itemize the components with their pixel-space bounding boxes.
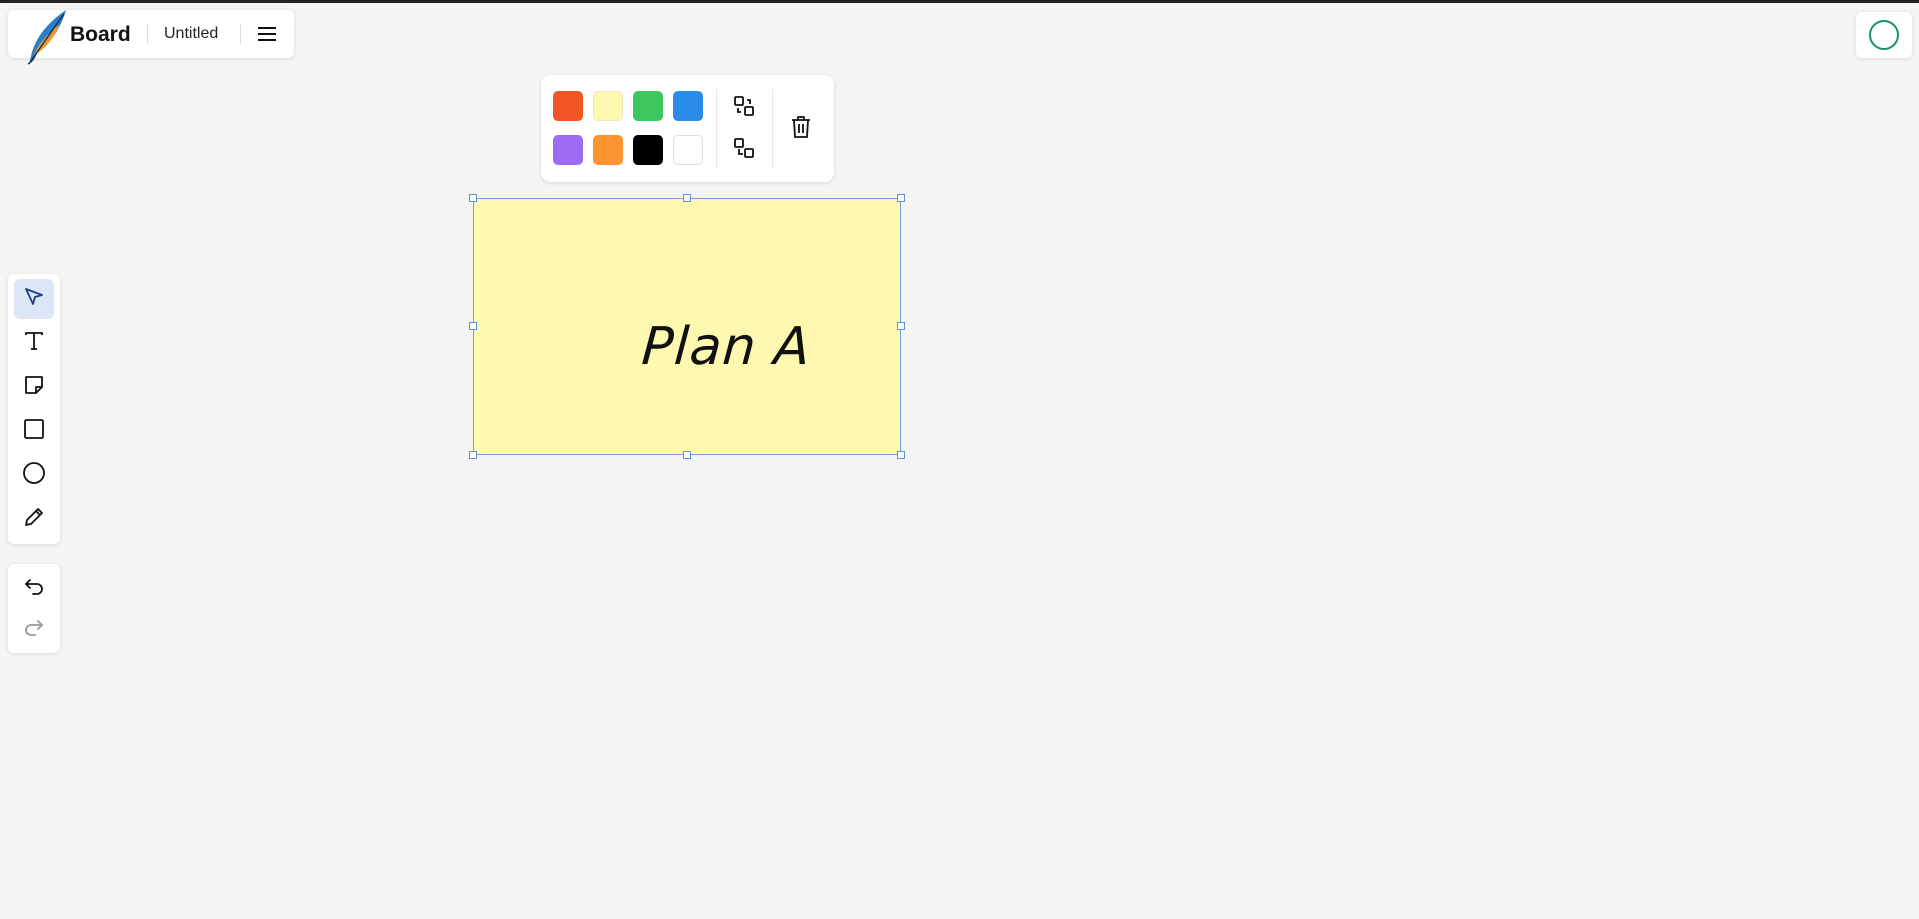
redo-icon — [23, 616, 45, 643]
trash-icon[interactable] — [788, 114, 814, 140]
divider — [240, 24, 241, 44]
color-swatch-black[interactable] — [633, 135, 663, 165]
resize-handle-top-right[interactable] — [897, 194, 905, 202]
feather-logo — [18, 6, 70, 66]
user-menu-button[interactable] — [1856, 12, 1912, 58]
redo-button[interactable] — [14, 609, 54, 649]
circle-avatar-icon — [1869, 20, 1899, 50]
resize-handle-left[interactable] — [469, 322, 477, 330]
color-swatch-blue[interactable] — [673, 91, 703, 121]
resize-handle-bottom-right[interactable] — [897, 451, 905, 459]
pen-tool[interactable] — [14, 499, 54, 539]
square-icon — [23, 418, 45, 445]
resize-handle-bottom-left[interactable] — [469, 451, 477, 459]
color-swatch-light-yellow[interactable] — [593, 91, 623, 121]
send-to-back-icon[interactable] — [731, 135, 757, 161]
divider — [147, 24, 148, 44]
history-bar — [8, 564, 60, 653]
color-swatch-white[interactable] — [673, 135, 703, 165]
circle-icon — [22, 461, 46, 490]
toolbar-divider — [772, 89, 773, 169]
color-swatch-red-orange[interactable] — [553, 91, 583, 121]
document-title[interactable]: Untitled — [164, 25, 218, 43]
resize-handle-right[interactable] — [897, 322, 905, 330]
color-swatch-purple[interactable] — [553, 135, 583, 165]
window-top-edge — [0, 0, 1919, 3]
resize-handle-top[interactable] — [683, 194, 691, 202]
bring-to-front-icon[interactable] — [731, 93, 757, 119]
color-swatch-green[interactable] — [633, 91, 663, 121]
sticky-note-tool[interactable] — [14, 367, 54, 407]
hamburger-menu-icon[interactable] — [256, 23, 278, 45]
resize-handle-top-left[interactable] — [469, 194, 477, 202]
undo-button[interactable] — [14, 568, 54, 608]
text-icon — [23, 330, 45, 357]
text-tool[interactable] — [14, 323, 54, 363]
tool-bar — [8, 274, 60, 544]
ellipse-tool[interactable] — [14, 455, 54, 495]
resize-handle-bottom[interactable] — [683, 451, 691, 459]
sticky-note-text[interactable]: Plan A — [640, 317, 813, 377]
sticky-note-icon — [23, 374, 45, 401]
note-style-toolbar — [541, 75, 834, 182]
select-tool[interactable] — [14, 279, 54, 319]
header-bar: Board Untitled — [8, 10, 294, 65]
undo-icon — [23, 575, 45, 602]
sticky-note[interactable]: Plan A — [473, 198, 901, 455]
cursor-arrow-icon — [23, 286, 45, 313]
pencil-icon — [23, 506, 45, 533]
color-swatch-orange[interactable] — [593, 135, 623, 165]
app-name: Board — [70, 23, 131, 46]
rectangle-tool[interactable] — [14, 411, 54, 451]
toolbar-divider — [716, 89, 717, 169]
